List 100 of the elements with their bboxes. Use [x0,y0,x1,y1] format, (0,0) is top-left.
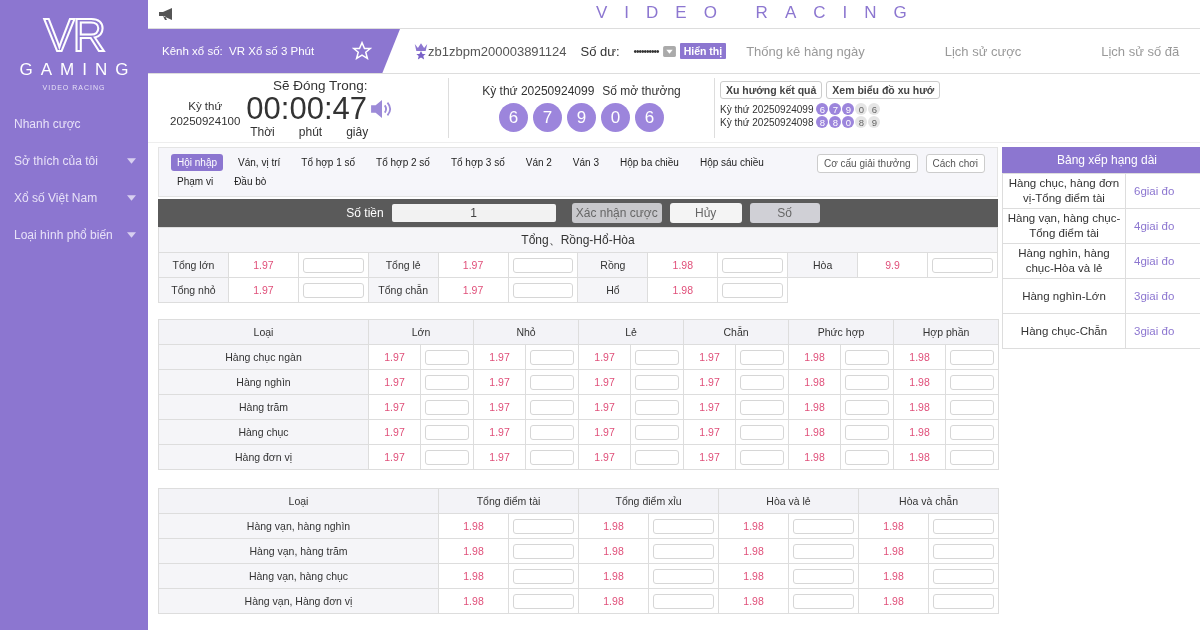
bet-input[interactable] [513,568,574,584]
bet-input[interactable] [512,257,574,273]
confirm-bet-button[interactable]: Xác nhận cược [571,203,662,223]
period-number: 20250924100 [170,114,241,129]
bet-input[interactable] [635,399,680,415]
bet-input[interactable] [635,374,680,390]
info-button[interactable]: Cách chơi [925,154,985,173]
bet-input[interactable] [513,518,574,534]
bet-type-tab[interactable]: Tổ hợp 2 số [370,154,436,171]
column-header: Hòa và chẵn [858,488,999,514]
bet-input[interactable] [653,593,714,609]
amount-field[interactable]: 1 [391,204,556,222]
number-button[interactable]: Số [749,203,820,223]
bet-input[interactable] [740,424,785,440]
trend-period: Kỳ thứ 20250924099 [720,103,814,115]
bet-input[interactable] [653,518,714,534]
show-balance-button[interactable]: Hiển thị [679,43,727,59]
bet-input[interactable] [950,374,995,390]
bet-type-tab[interactable]: Tổ hợp 1 số [295,154,362,171]
bet-type-tab[interactable]: Tổ hợp 3 số [444,154,511,171]
odds-value: 1.98 [788,419,841,445]
bet-input[interactable] [931,257,993,273]
bet-input[interactable] [950,424,995,440]
bet-input[interactable] [845,449,890,465]
bet-type-tab[interactable]: Phạm vi [171,173,220,190]
bet-input[interactable] [512,282,574,298]
bet-input[interactable] [425,399,469,415]
row-label: Hàng vạn, Hàng đơn vị [158,588,439,614]
odds-value: 1.98 [788,444,841,470]
odds-value: 1.98 [438,538,509,564]
bet-input[interactable] [635,449,680,465]
bet-input[interactable] [425,449,469,465]
star-icon[interactable] [352,41,372,61]
bet-input[interactable] [740,349,785,365]
bet-input[interactable] [530,374,575,390]
bet-input[interactable] [425,374,469,390]
odds-value: 1.98 [788,344,841,370]
bet-input[interactable] [635,424,680,440]
bet-input[interactable] [722,257,784,273]
bet-type-tab[interactable]: Hộp sáu chiều [693,154,770,171]
bet-input[interactable] [653,568,714,584]
bet-input[interactable] [933,518,995,534]
bet-input[interactable] [653,543,714,559]
bet-input[interactable] [793,518,855,534]
ranking-name: Hàng nghìn, hàng chục-Hòa và lẻ [1002,243,1126,279]
bet-input[interactable] [530,349,575,365]
bet-input[interactable] [530,424,575,440]
bet-input[interactable] [530,399,575,415]
bet-input[interactable] [933,543,995,559]
odds-value: 1.98 [578,538,649,564]
odds-value: 1.97 [683,344,736,370]
bet-input[interactable] [933,593,995,609]
bet-input[interactable] [302,282,364,298]
bet-input[interactable] [950,349,995,365]
odds-value: 1.98 [893,344,946,370]
bet-input[interactable] [425,424,469,440]
bet-input[interactable] [793,568,855,584]
bet-input[interactable] [793,593,855,609]
bet-input[interactable] [530,449,575,465]
bet-input[interactable] [845,399,890,415]
odds-value: 1.98 [858,538,929,564]
bet-input[interactable] [845,349,890,365]
bet-input[interactable] [740,449,785,465]
odds-value: 1.98 [858,513,929,539]
odds-value: 1.98 [578,588,649,614]
bet-type-tab[interactable]: Ván 3 [566,154,605,171]
odds-value: 1.97 [438,277,509,303]
bet-type-tab[interactable]: Ván, vị trí [232,154,287,171]
bet-input[interactable] [513,543,574,559]
odds-value: 1.98 [788,394,841,420]
bet-type-tab[interactable]: Hộp ba chiều [614,154,685,171]
bet-type-tab[interactable]: Ván 2 [519,154,558,171]
page-title: VIDEO RACING [596,3,924,23]
bet-input[interactable] [793,543,855,559]
trend-button[interactable]: Xem biểu đồ xu hướ [826,81,941,99]
bet-type-tab[interactable]: Đầu bò [228,173,273,190]
row-label: Hàng vạn, hàng chục [158,563,439,589]
bet-input[interactable] [635,349,680,365]
bet-input[interactable] [425,349,469,365]
bet-input[interactable] [722,282,784,298]
dropdown-icon[interactable] [662,45,676,57]
bet-input[interactable] [845,424,890,440]
channel-name: Kênh xổ số: VR Xổ số 3 Phút [162,45,316,57]
bet-input[interactable] [513,593,574,609]
bet-input[interactable] [950,449,995,465]
bet-type-tab[interactable]: Hội nhập [171,154,224,171]
bet-input[interactable] [740,399,785,415]
result-period: Kỳ thứ 20250924099 [482,84,595,98]
bet-input[interactable] [740,374,785,390]
bet-input[interactable] [933,568,995,584]
bet-input[interactable] [950,399,995,415]
row-label: Hàng trăm [158,394,369,420]
bet-input[interactable] [302,257,364,273]
trend-button[interactable]: Xu hướng kết quả [720,81,823,99]
cancel-button[interactable]: Hủy [669,203,742,223]
result-ball: 0 [601,103,630,132]
bet-input[interactable] [845,374,890,390]
odds-value: 1.97 [473,369,526,395]
odds-value: 1.98 [647,252,718,278]
info-button[interactable]: Cơ cấu giải thưởng [817,154,918,173]
